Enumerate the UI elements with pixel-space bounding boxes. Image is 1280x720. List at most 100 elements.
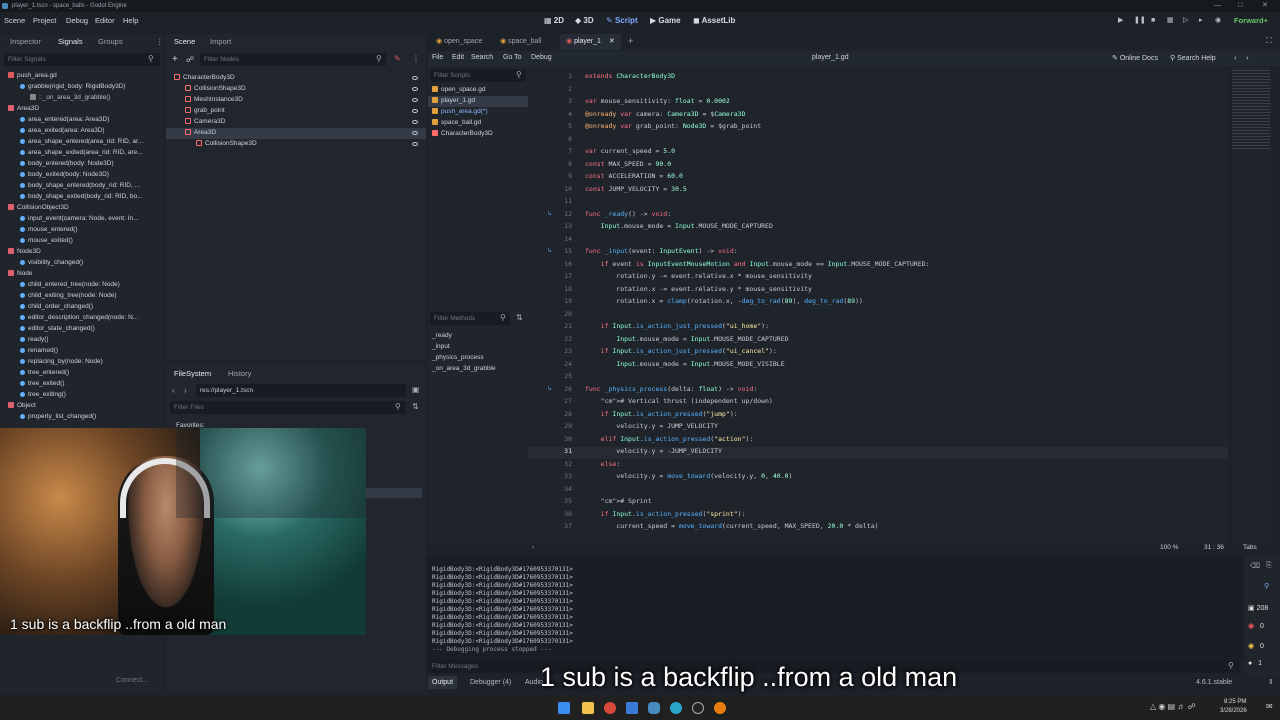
code-line[interactable]: const MAX_SPEED = 90.0: [585, 160, 671, 168]
code-line[interactable]: if Input.is_action_just_pressed("ui_canc…: [585, 347, 777, 355]
workspace-3d-button[interactable]: ◆ 3D: [575, 16, 594, 25]
chrome-icon[interactable]: [604, 702, 616, 714]
sort-methods-icon[interactable]: ⇅: [516, 313, 523, 322]
code-line[interactable]: Input.mouse_mode = Input.MOUSE_MODE_CAPT…: [585, 335, 788, 343]
signal-row[interactable]: body_exited(body: Node3D): [20, 171, 109, 178]
play-icon[interactable]: ▶: [1118, 17, 1126, 25]
menu-editor[interactable]: Editor: [95, 16, 115, 25]
tab-debugger[interactable]: Debugger (4): [470, 679, 511, 686]
code-line[interactable]: elif Input.is_action_pressed("action"):: [585, 435, 754, 443]
tray-icons[interactable]: △ ◉ ▤ ♬ ☍: [1150, 702, 1196, 711]
signal-row[interactable]: body_shape_entered(body_rid: RID, ...: [20, 182, 140, 189]
signal-row[interactable]: area_shape_entered(area_rid: RID, ar...: [20, 138, 143, 145]
code-line[interactable]: const JUMP_VELOCITY = 30.5: [585, 185, 687, 193]
code-line[interactable]: "cm"># Vertical thrust (independent up/d…: [585, 397, 773, 405]
tab-filesystem[interactable]: FileSystem: [174, 369, 211, 378]
menu-project[interactable]: Project: [33, 16, 56, 25]
code-line[interactable]: if Input.is_action_pressed("jump"):: [585, 410, 738, 418]
script-item[interactable]: CharacterBody3D: [432, 130, 493, 137]
signal-row[interactable]: editor_state_changed(): [20, 325, 95, 332]
filter-signals-input[interactable]: Filter Signals: [4, 53, 160, 66]
code-line[interactable]: "cm"># Sprint: [585, 497, 652, 505]
code-line[interactable]: if Input.is_action_just_pressed("ui_home…: [585, 322, 769, 330]
remote-debug-icon[interactable]: ▦: [1167, 17, 1175, 25]
new-tab-icon[interactable]: +: [628, 36, 633, 46]
signal-row[interactable]: child_order_changed(): [20, 303, 93, 310]
visibility-icon[interactable]: [412, 76, 418, 80]
tab-import[interactable]: Import: [210, 37, 231, 46]
pin-panel-icon[interactable]: ⇕: [1268, 678, 1274, 686]
script-menu-goto[interactable]: Go To: [503, 54, 522, 61]
add-node-icon[interactable]: +: [172, 54, 178, 65]
forward-icon[interactable]: ›: [184, 386, 187, 395]
signal-row[interactable]: Node3D: [8, 248, 41, 255]
signal-row[interactable]: input_event(camera: Node, event: In...: [20, 215, 139, 222]
method-item[interactable]: _physics_process: [432, 354, 484, 361]
editor-tab-open-space[interactable]: ◉ open_space: [436, 37, 482, 45]
scene-menu-icon[interactable]: ⋮: [412, 54, 420, 63]
signal-row[interactable]: tree_entered(): [20, 369, 69, 376]
scene-node[interactable]: CollisionShape3D: [185, 85, 246, 92]
signal-row[interactable]: Object: [8, 402, 36, 409]
scene-node[interactable]: CollisionShape3D: [196, 140, 257, 147]
tab-output[interactable]: Output: [428, 676, 458, 689]
filter-files-input[interactable]: Filter Files: [170, 401, 406, 414]
script-item[interactable]: open_space.gd: [432, 86, 485, 93]
code-line[interactable]: rotation.x -= event.relative.y * mouse_s…: [585, 285, 812, 293]
signal-row[interactable]: Area3D: [8, 105, 39, 112]
warnings-filter-toggle[interactable]: ◉ 0: [1248, 642, 1264, 650]
connected-signal-icon[interactable]: ↳: [548, 210, 552, 217]
signal-row[interactable]: child_exiting_tree(node: Node): [20, 292, 117, 299]
code-line[interactable]: rotation.y -= event.relative.x * mouse_s…: [585, 272, 812, 280]
file-explorer-icon[interactable]: [582, 702, 594, 714]
split-view-icon[interactable]: ▣: [412, 385, 420, 394]
script-item[interactable]: space_ball.gd: [432, 119, 481, 126]
copy-output-icon[interactable]: ⎘: [1266, 562, 1272, 570]
visibility-icon[interactable]: [412, 131, 418, 135]
method-item[interactable]: _on_area_3d_grabble: [432, 365, 496, 372]
code-line[interactable]: Input.mouse_mode = Input.MOUSE_MODE_VISI…: [585, 360, 784, 368]
script-menu-search[interactable]: Search: [471, 54, 493, 61]
code-line[interactable]: var current_speed = 5.0: [585, 147, 675, 155]
script-menu-file[interactable]: File: [432, 54, 443, 61]
code-editor[interactable]: 1 extends CharacterBody3D 2 3 var mouse_sens…: [528, 66, 1228, 544]
back-icon[interactable]: ‹: [172, 386, 175, 395]
scene-node[interactable]: Camera3D: [185, 118, 225, 125]
signal-row[interactable]: mouse_exited(): [20, 237, 73, 244]
code-line[interactable]: velocity.y = -JUMP_VELOCITY: [585, 447, 722, 455]
workspace-script-button[interactable]: ✎ Script: [606, 16, 638, 25]
code-line[interactable]: if Input.is_action_pressed("sprint"):: [585, 510, 746, 518]
signal-row[interactable]: property_list_changed(): [20, 413, 96, 420]
script-menu-debug[interactable]: Debug: [531, 54, 552, 61]
code-line[interactable]: velocity.y = JUMP_VELOCITY: [585, 422, 718, 430]
pause-icon[interactable]: ❚❚: [1134, 17, 1146, 25]
signal-row[interactable]: tree_exited(): [20, 380, 65, 387]
messages-filter-toggle[interactable]: ▣ 208: [1248, 604, 1268, 612]
find-output-icon[interactable]: ⚲: [1264, 582, 1269, 590]
blender-icon[interactable]: [714, 702, 726, 714]
play-scene-icon[interactable]: ▷: [1183, 17, 1191, 25]
signal-row[interactable]: grabble(rigid_body: RigidBody3D): [20, 83, 126, 90]
obs-icon[interactable]: [692, 702, 704, 714]
visibility-icon[interactable]: [412, 87, 418, 91]
notifications-icon[interactable]: ✉: [1266, 702, 1273, 711]
code-line[interactable]: velocity.y = move_toward(velocity.y, 0, …: [585, 472, 792, 480]
code-line[interactable]: Input.mouse_mode = Input.MOUSE_MODE_CAPT…: [585, 222, 773, 230]
signal-row[interactable]: editor_description_changed(node: N...: [20, 314, 138, 321]
dock-menu-icon[interactable]: ⋮: [156, 37, 164, 46]
visibility-icon[interactable]: [412, 120, 418, 124]
code-line[interactable]: func _physics_process(delta: float) -> v…: [585, 385, 757, 393]
prev-script-icon[interactable]: ‹: [1234, 53, 1237, 62]
indent-mode[interactable]: Tabs: [1243, 544, 1257, 551]
path-field[interactable]: res://player_1.tscn: [196, 384, 406, 397]
signal-row[interactable]: area_shape_exited(area_rid: RID, are...: [20, 149, 143, 156]
connected-signal-icon[interactable]: ↳: [548, 247, 552, 254]
filter-nodes-input[interactable]: Filter Nodes: [200, 53, 386, 66]
signal-row[interactable]: replacing_by(node: Node): [20, 358, 103, 365]
editor-tab-space-ball[interactable]: ◉ space_ball: [500, 37, 542, 45]
scene-node[interactable]: grab_point: [185, 107, 225, 114]
tab-scene[interactable]: Scene: [174, 37, 195, 46]
tab-inspector[interactable]: Inspector: [10, 37, 41, 46]
play-custom-icon[interactable]: ▸: [1199, 17, 1207, 25]
signal-row[interactable]: area_entered(area: Area3D): [20, 116, 109, 123]
